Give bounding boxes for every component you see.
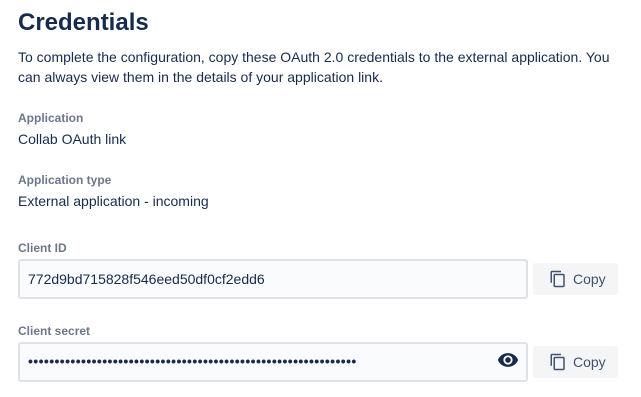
application-value: Collab OAuth link	[18, 131, 127, 147]
client-id-value[interactable]: 772d9bd715828f546eed50df0cf2edd6	[28, 270, 265, 288]
application-type-label: Application type	[18, 173, 112, 187]
eye-icon	[497, 349, 519, 376]
client-id-field[interactable]: 772d9bd715828f546eed50df0cf2edd6	[18, 259, 528, 299]
application-label: Application	[18, 111, 84, 125]
copy-icon	[549, 270, 567, 288]
copy-client-secret-button[interactable]: Copy	[533, 346, 618, 378]
client-id-label: Client ID	[18, 241, 67, 255]
copy-icon	[549, 353, 567, 371]
copy-client-id-label: Copy	[573, 271, 606, 287]
copy-client-id-button[interactable]: Copy	[533, 263, 618, 295]
copy-client-secret-label: Copy	[573, 354, 606, 370]
page-title: Credentials	[18, 9, 149, 36]
reveal-secret-button[interactable]	[496, 351, 520, 373]
client-secret-field[interactable]: ••••••••••••••••••••••••••••••••••••••••…	[18, 342, 528, 382]
client-secret-label: Client secret	[18, 324, 91, 338]
client-secret-masked-value[interactable]: ••••••••••••••••••••••••••••••••••••••••…	[28, 352, 357, 370]
page-description: To complete the configuration, copy thes…	[18, 49, 610, 85]
application-type-value: External application - incoming	[18, 193, 209, 209]
